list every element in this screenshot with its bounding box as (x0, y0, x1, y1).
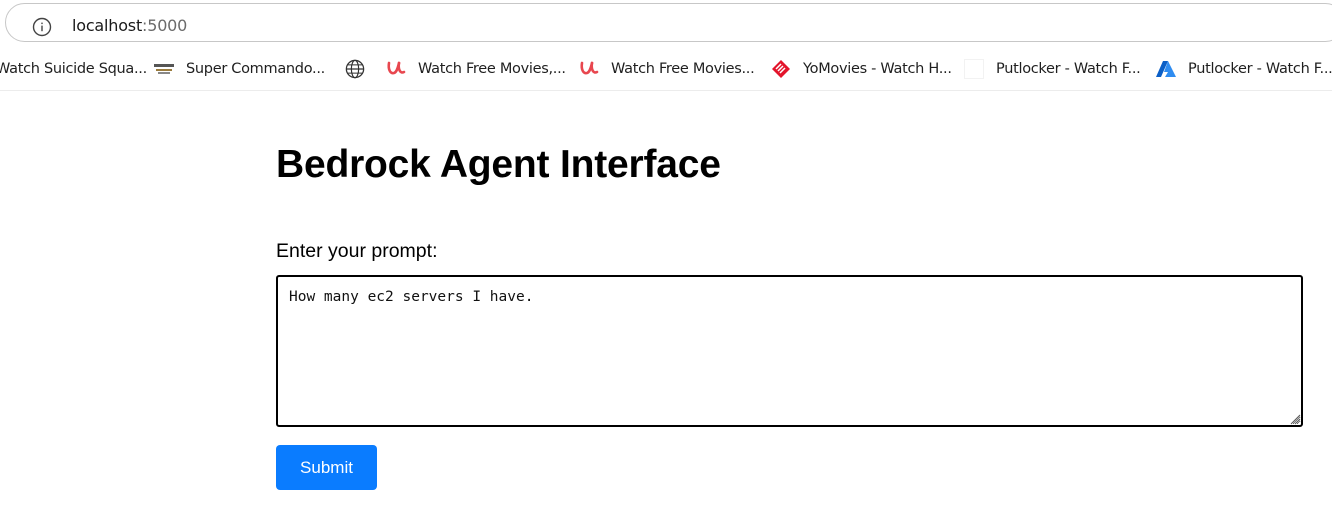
bookmark-label: Watch Suicide Squa... (0, 60, 147, 77)
page-title: Bedrock Agent Interface (276, 143, 721, 186)
bookmark-label: Watch Free Movies,... (418, 60, 566, 77)
u-brand-icon (579, 59, 599, 79)
bookmark-watch-free-movies-2[interactable]: Watch Free Movies... (579, 46, 755, 90)
site-logo-icon (154, 59, 174, 79)
azure-a-icon (1156, 59, 1176, 79)
browser-toolbar: localhost:5000 (0, 0, 1332, 46)
bookmark-yomovies[interactable]: YoMovies - Watch H... (771, 46, 952, 90)
bookmark-label: Putlocker - Watch F... (1188, 60, 1332, 77)
blank-icon (964, 58, 984, 79)
bookmark-label: Watch Free Movies... (611, 60, 755, 77)
prompt-textarea[interactable]: How many ec2 servers I have. (276, 275, 1303, 427)
bookmarks-bar: Watch Suicide Squa... Super Commando... (0, 46, 1332, 91)
submit-button[interactable]: Submit (276, 445, 377, 490)
bookmark-watch-free-movies-1[interactable]: Watch Free Movies,... (386, 46, 566, 90)
bookmark-putlocker-1[interactable]: Putlocker - Watch F... (964, 46, 1141, 90)
yomovies-icon (771, 59, 791, 79)
prompt-label: Enter your prompt: (276, 240, 438, 262)
u-brand-icon (386, 59, 406, 79)
url-host: localhost (72, 16, 143, 35)
bookmark-super-commando[interactable]: Super Commando... (154, 46, 325, 90)
globe-icon (345, 59, 365, 79)
bookmark-watch-suicide-squad[interactable]: Watch Suicide Squa... (0, 46, 147, 90)
bookmark-putlocker-2[interactable]: Putlocker - Watch F... (1156, 46, 1332, 90)
info-icon[interactable] (32, 17, 52, 37)
bookmark-label: YoMovies - Watch H... (803, 60, 952, 77)
bookmark-label: Putlocker - Watch F... (996, 60, 1141, 77)
bookmark-globe[interactable] (345, 46, 365, 90)
url-port: :5000 (142, 16, 188, 35)
resize-handle-icon[interactable] (1289, 413, 1301, 425)
address-bar[interactable]: localhost:5000 (5, 3, 1332, 42)
url-text[interactable]: localhost:5000 (72, 16, 187, 35)
bookmark-label: Super Commando... (186, 60, 325, 77)
